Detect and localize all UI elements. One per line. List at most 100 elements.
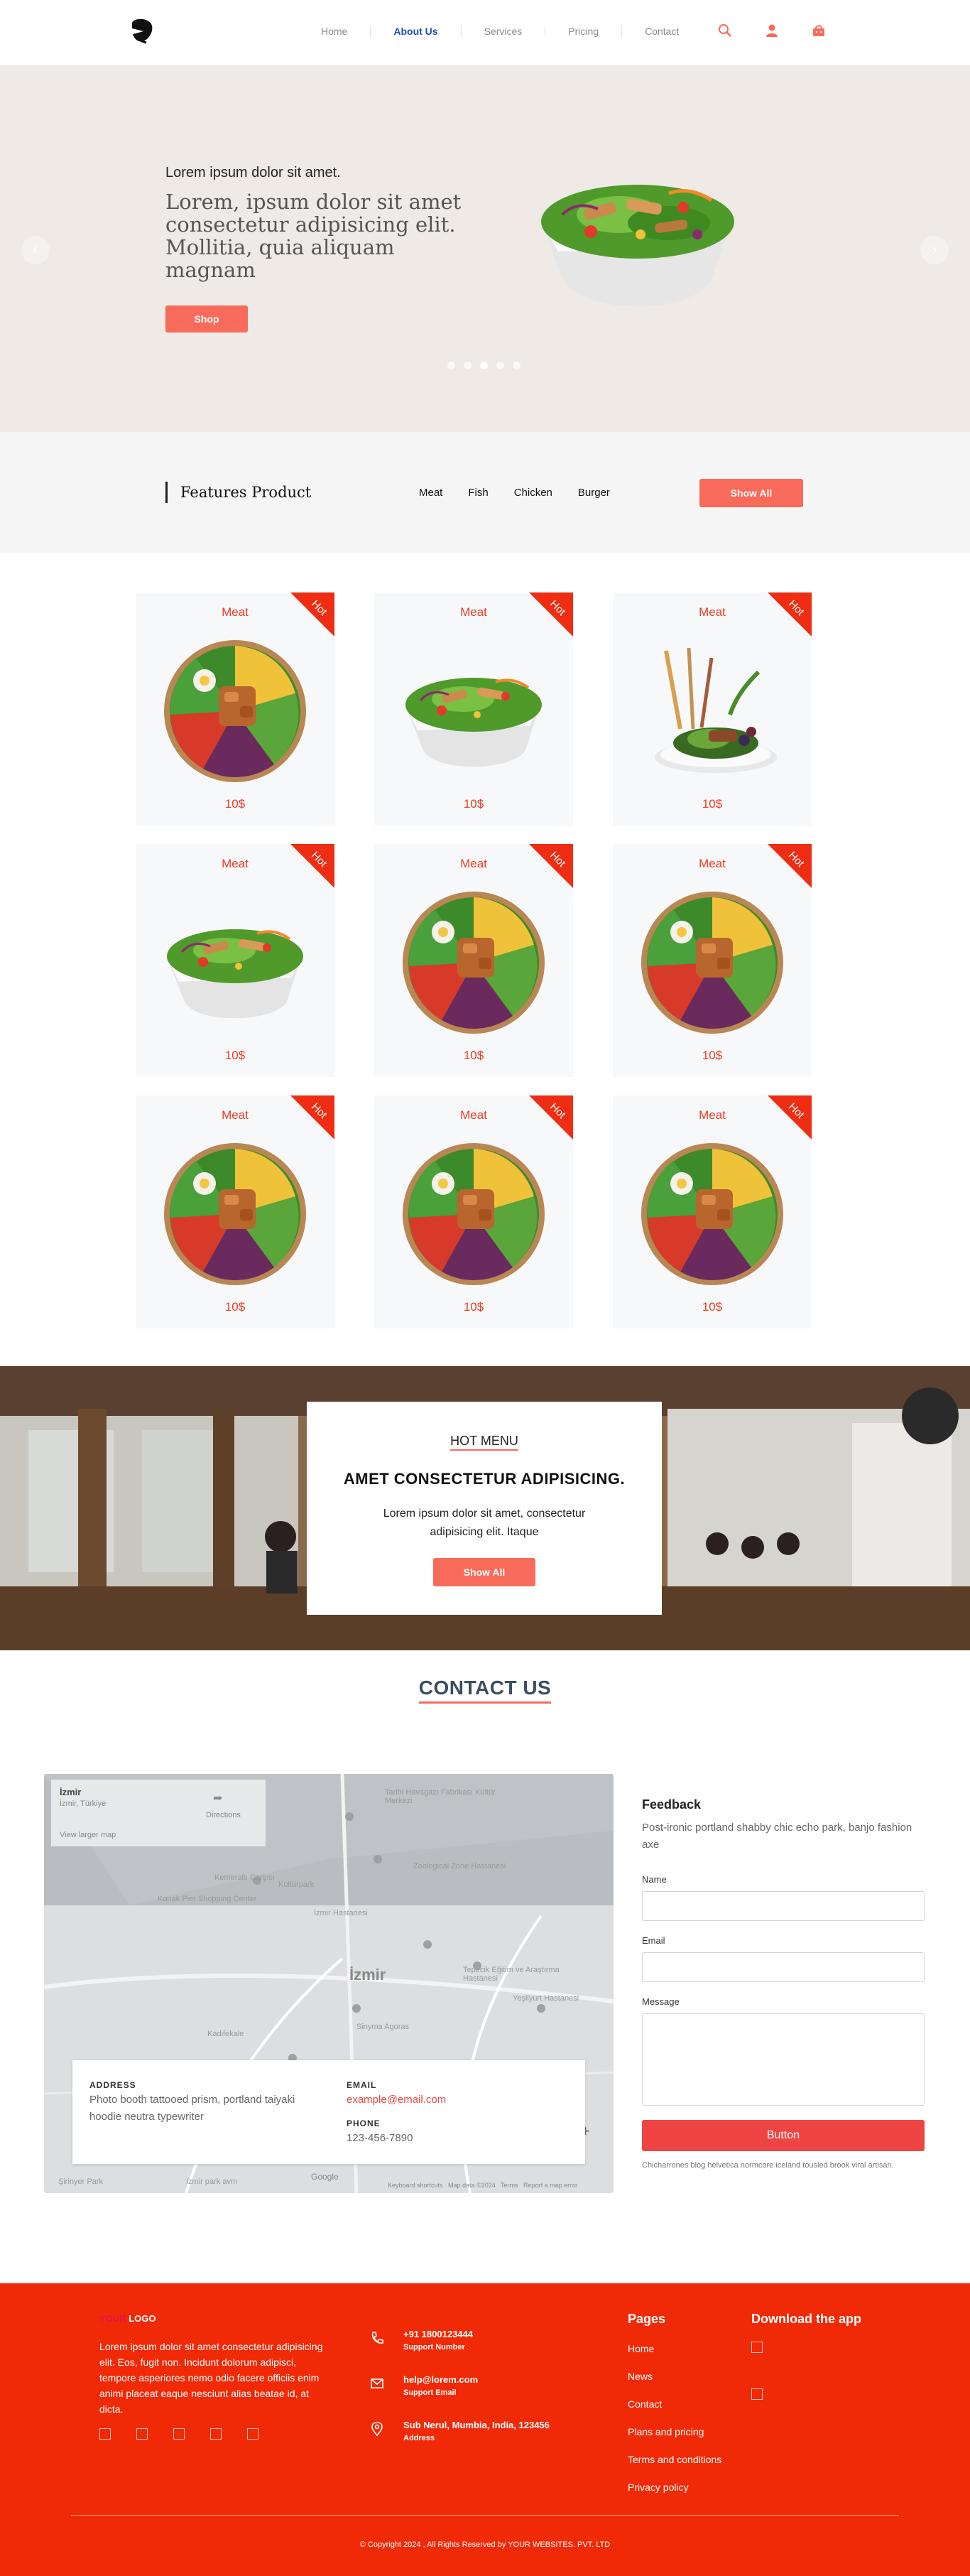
directions-icon[interactable]: ➦ [213, 1791, 222, 1805]
footer-address: Sub Nerul, Mumbia, India, 123456 [403, 2420, 550, 2430]
nav-pricing[interactable]: Pricing [545, 26, 623, 37]
tab-burger[interactable]: Burger [578, 487, 610, 499]
hot-menu-card: HOT MENU AMET CONSECTETUR ADIPISICING. L… [307, 1402, 662, 1615]
map-place-label: Kadifekale [207, 2030, 244, 2038]
map-place-label: Sinyma Agoras [356, 2023, 409, 2031]
play-store-badge-icon[interactable] [751, 2388, 763, 2400]
product-image [403, 1143, 545, 1285]
view-larger-map-link[interactable]: View larger map [60, 1831, 116, 1839]
app-store-badge-icon[interactable] [751, 2342, 763, 2353]
map-place-label: Zoological Zone Hastanesi [413, 1862, 506, 1871]
product-card[interactable]: Meat Hot 10$ [136, 844, 334, 1077]
product-card[interactable]: Meat Hot 10$ [374, 844, 573, 1077]
features-bar: Features Product Meat Fish Chicken Burge… [0, 432, 970, 553]
slider-next-arrow-icon[interactable]: › [920, 236, 949, 264]
email-link[interactable]: example@email.com [347, 2091, 446, 2109]
product-card[interactable]: Meat Hot 10$ [613, 592, 812, 826]
map-place-label: Kemeraltı Çarşısı [214, 1873, 275, 1882]
footer-logo-prefix: YOUR [99, 2313, 126, 2324]
features-title: Features Product [165, 482, 311, 503]
slider-dot-active[interactable] [480, 362, 488, 369]
footer: YOUR LOGO Lorem ipsum dolor sit amet con… [0, 2283, 970, 2576]
product-price: 10$ [463, 797, 484, 811]
slider-dot[interactable] [496, 362, 504, 369]
footer-link-contact[interactable]: Contact [628, 2398, 721, 2426]
product-card[interactable]: Meat Hot 10$ [613, 844, 812, 1077]
nav-contact[interactable]: Contact [622, 26, 702, 37]
message-textarea[interactable] [642, 2013, 925, 2106]
hot-menu-show-all-button[interactable]: Show All [433, 1558, 535, 1586]
product-card[interactable]: Meat Hot 10$ [374, 592, 573, 826]
slider-dot[interactable] [464, 362, 472, 369]
footer-phone[interactable]: +91 1800123444 [403, 2329, 473, 2339]
hot-badge: Hot [290, 1095, 334, 1140]
twitter-icon[interactable] [136, 2428, 148, 2440]
footer-logo[interactable]: YOUR LOGO [99, 2313, 156, 2324]
tab-fish[interactable]: Fish [468, 487, 488, 499]
hot-badge: Hot [768, 592, 812, 637]
tab-chicken[interactable]: Chicken [514, 487, 552, 499]
footer-about: Lorem ipsum dolor sit amet consectetur a… [99, 2341, 323, 2415]
shop-button[interactable]: Shop [165, 305, 248, 332]
map-region: İzmir, Türkiye [60, 1800, 107, 1808]
instagram-icon[interactable] [173, 2428, 185, 2440]
product-card[interactable]: Meat Hot 10$ [613, 1095, 812, 1328]
slider-dot[interactable] [513, 362, 521, 369]
footer-email[interactable]: help@lorem.com [403, 2374, 478, 2385]
name-label: Name [642, 1874, 667, 1885]
feedback-submit-button[interactable]: Button [642, 2120, 925, 2151]
tab-meat[interactable]: Meat [419, 487, 442, 499]
social-links [99, 2428, 258, 2440]
nav-about-us[interactable]: About Us [371, 26, 462, 37]
contact-title: CONTACT US [418, 1677, 552, 1704]
product-price: 10$ [463, 1049, 484, 1062]
email-field[interactable] [642, 1952, 925, 1982]
top-navbar: Home About Us Services Pricing Contact [0, 0, 970, 65]
hot-menu-title: AMET CONSECTETUR ADIPISICING. [343, 1470, 626, 1488]
slider-prev-arrow-icon[interactable]: ‹ [21, 236, 50, 264]
name-input[interactable] [642, 1891, 925, 1921]
search-icon[interactable] [717, 23, 733, 38]
footer-link-terms[interactable]: Terms and conditions [628, 2454, 721, 2482]
product-image [655, 647, 777, 773]
download-app-title: Download the app [751, 2312, 861, 2326]
hot-badge: Hot [529, 844, 573, 888]
feedback-form: Feedback Post-ironic portland shabby chi… [642, 1797, 925, 2195]
cart-icon[interactable] [811, 23, 827, 38]
hot-menu-banner: HOT MENU AMET CONSECTETUR ADIPISICING. L… [0, 1366, 970, 1650]
footer-link-privacy[interactable]: Privacy policy [628, 2482, 721, 2509]
product-image [405, 678, 542, 767]
youtube-icon[interactable] [247, 2428, 258, 2440]
feedback-description: Post-ironic portland shabby chic echo pa… [642, 1822, 912, 1851]
hot-badge: Hot [529, 1095, 573, 1140]
map-city-label: İzmir [349, 1966, 386, 1984]
slider-dot[interactable] [447, 362, 455, 369]
feedback-title: Feedback [642, 1797, 702, 1812]
map-place-label: Kültürpark [278, 1880, 315, 1889]
message-label: Message [642, 1996, 680, 2007]
hot-menu-label: HOT MENU [450, 1434, 518, 1451]
google-logo: Google [311, 2172, 339, 2182]
footer-pages-list: Home News Contact Plans and pricing Term… [628, 2343, 721, 2509]
product-image [403, 892, 545, 1034]
product-price: 10$ [463, 1300, 484, 1314]
linkedin-icon[interactable] [210, 2428, 222, 2440]
footer-link-home[interactable]: Home [628, 2343, 721, 2371]
phone-value: 123-456-7890 [347, 2132, 413, 2144]
footer-link-news[interactable]: News [628, 2371, 721, 2398]
facebook-icon[interactable] [99, 2428, 111, 2440]
show-all-button[interactable]: Show All [699, 479, 803, 507]
email-field-label: Email [642, 1935, 665, 1946]
product-card[interactable]: Meat Hot 10$ [136, 592, 334, 826]
nav-services[interactable]: Services [462, 26, 546, 37]
user-icon[interactable] [764, 23, 780, 38]
footer-link-plans[interactable]: Plans and pricing [628, 2426, 721, 2454]
leaf-logo-icon[interactable] [129, 17, 153, 44]
footer-copyright: © Copyright 2024 , All Rights Reserved b… [359, 2540, 611, 2549]
nav-home[interactable]: Home [298, 26, 371, 37]
directions-link[interactable]: Directions [206, 1811, 241, 1819]
product-card[interactable]: Meat Hot 10$ [136, 1095, 334, 1328]
product-image [641, 1143, 783, 1285]
map-attribution[interactable]: Keyboard shortcuts Map data ©2024 Terms … [388, 2182, 577, 2189]
product-card[interactable]: Meat Hot 10$ [374, 1095, 573, 1328]
